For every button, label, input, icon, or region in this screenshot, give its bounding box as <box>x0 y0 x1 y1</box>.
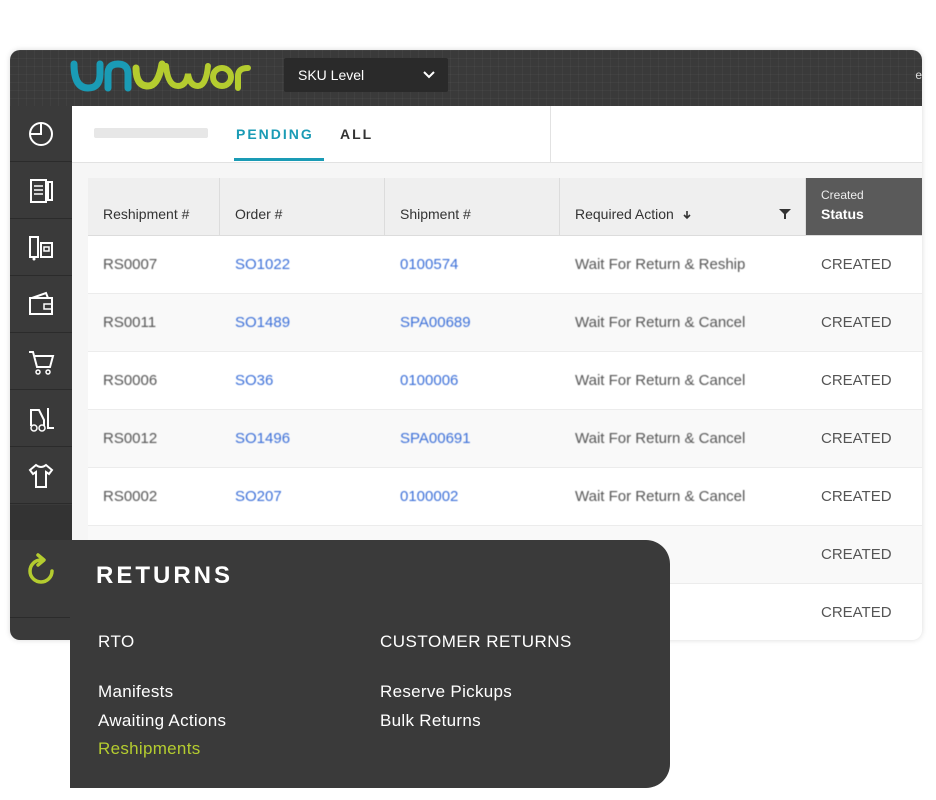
cell-reshipment: RS0007 <box>103 256 158 273</box>
sidebar-item-inventory[interactable] <box>10 220 72 276</box>
cell-required-action: Wait For Return & Cancel <box>575 372 746 389</box>
chevron-down-icon <box>423 71 435 79</box>
table-header: Reshipment # Order # Shipment # Required… <box>88 178 922 236</box>
menu-item-manifests[interactable]: Manifests <box>98 682 173 702</box>
cell-shipment-link[interactable]: SPA00691 <box>385 410 560 467</box>
cell-shipment-link[interactable]: 0100002 <box>385 468 560 525</box>
customer-returns-section-title: CUSTOMER RETURNS <box>380 632 572 651</box>
cell-status: CREATED <box>821 546 892 563</box>
cell-order-link[interactable]: SO36 <box>220 352 385 409</box>
forklift-icon <box>30 407 54 432</box>
cell-order-link[interactable]: SO1489 <box>220 294 385 351</box>
rto-section-title: RTO <box>98 632 135 651</box>
shelf-icon <box>29 235 53 260</box>
header-order[interactable]: Order # <box>220 178 385 235</box>
header-created-label: Created <box>821 188 864 202</box>
menu-item-bulk-returns[interactable]: Bulk Returns <box>380 711 481 731</box>
active-tab-indicator <box>234 158 324 161</box>
sidebar-item-orders[interactable] <box>10 163 72 219</box>
pie-chart-icon <box>29 121 53 146</box>
cell-status: CREATED <box>821 604 892 621</box>
top-bar: SKU Level e <box>10 50 922 106</box>
cell-required-action: Wait For Return & Cancel <box>575 430 746 447</box>
table-row[interactable]: RS0002 SO207 0100002 Wait For Return & C… <box>88 468 922 526</box>
sidebar-item-catalog[interactable] <box>10 448 72 504</box>
menu-item-reserve-pickups[interactable]: Reserve Pickups <box>380 682 512 702</box>
cell-order-link[interactable]: SO1022 <box>220 236 385 293</box>
cell-reshipment: RS0012 <box>103 430 158 447</box>
header-status-label: Status <box>821 206 864 222</box>
shirt-icon <box>28 463 54 488</box>
cell-required-action: Wait For Return & Cancel <box>575 314 746 331</box>
header-required-action-label: Required Action <box>575 206 674 222</box>
cell-status: CREATED <box>821 372 892 389</box>
table-row[interactable]: RS0011 SO1489 SPA00689 Wait For Return &… <box>88 294 922 352</box>
sort-down-arrow-icon[interactable] <box>682 210 692 220</box>
cell-status: CREATED <box>821 314 892 331</box>
cart-icon <box>29 350 55 375</box>
cell-order-link[interactable]: SO1496 <box>220 410 385 467</box>
tab-divider <box>550 106 551 162</box>
sidebar-item-purchase[interactable] <box>10 334 72 390</box>
flyout-title: RETURNS <box>96 562 234 589</box>
tab-bar: PENDING ALL <box>72 106 922 163</box>
sku-level-select[interactable]: SKU Level <box>284 58 448 92</box>
cell-status: CREATED <box>821 256 892 273</box>
cell-required-action: Wait For Return & Cancel <box>575 488 746 505</box>
cell-status: CREATED <box>821 430 892 447</box>
cell-shipment-link[interactable]: 0100006 <box>385 352 560 409</box>
sidebar-item-shipping[interactable] <box>10 391 72 447</box>
document-icon <box>30 178 53 203</box>
wallet-icon <box>29 291 53 315</box>
refresh-icon <box>28 553 54 584</box>
menu-item-awaiting-actions[interactable]: Awaiting Actions <box>98 711 226 731</box>
tab-all[interactable]: ALL <box>340 126 373 142</box>
header-status[interactable]: Created Status <box>806 178 922 235</box>
table-row[interactable]: RS0012 SO1496 SPA00691 Wait For Return &… <box>88 410 922 468</box>
table-row[interactable]: RS0007 SO1022 0100574 Wait For Return & … <box>88 236 922 294</box>
cell-reshipment: RS0011 <box>103 314 157 331</box>
menu-item-reshipments[interactable]: Reshipments <box>98 739 201 759</box>
sku-select-value: SKU Level <box>298 67 365 83</box>
returns-flyout-icon-tab[interactable] <box>10 540 72 602</box>
cell-reshipment: RS0006 <box>103 372 158 389</box>
search-placeholder-bar <box>94 128 208 138</box>
header-reshipment[interactable]: Reshipment # <box>88 178 220 235</box>
sidebar-item-inbound[interactable] <box>10 277 72 333</box>
unware-logo <box>70 60 251 92</box>
returns-flyout-menu: RETURNS RTO CUSTOMER RETURNS Manifests A… <box>70 540 670 788</box>
cell-shipment-link[interactable]: SPA00689 <box>385 294 560 351</box>
cell-reshipment: RS0002 <box>103 488 158 505</box>
sidebar-item-dashboard[interactable] <box>10 106 72 162</box>
table-row[interactable]: RS0006 SO36 0100006 Wait For Return & Ca… <box>88 352 922 410</box>
cell-shipment-link[interactable]: 0100574 <box>385 236 560 293</box>
header-shipment[interactable]: Shipment # <box>385 178 560 235</box>
filter-icon[interactable] <box>779 208 791 220</box>
topbar-edge-text: e <box>915 68 922 82</box>
header-required-action[interactable]: Required Action <box>560 178 806 235</box>
cell-status: CREATED <box>821 488 892 505</box>
cell-order-link[interactable]: SO207 <box>220 468 385 525</box>
cell-required-action: Wait For Return & Reship <box>575 256 746 273</box>
tab-pending[interactable]: PENDING <box>236 126 314 142</box>
